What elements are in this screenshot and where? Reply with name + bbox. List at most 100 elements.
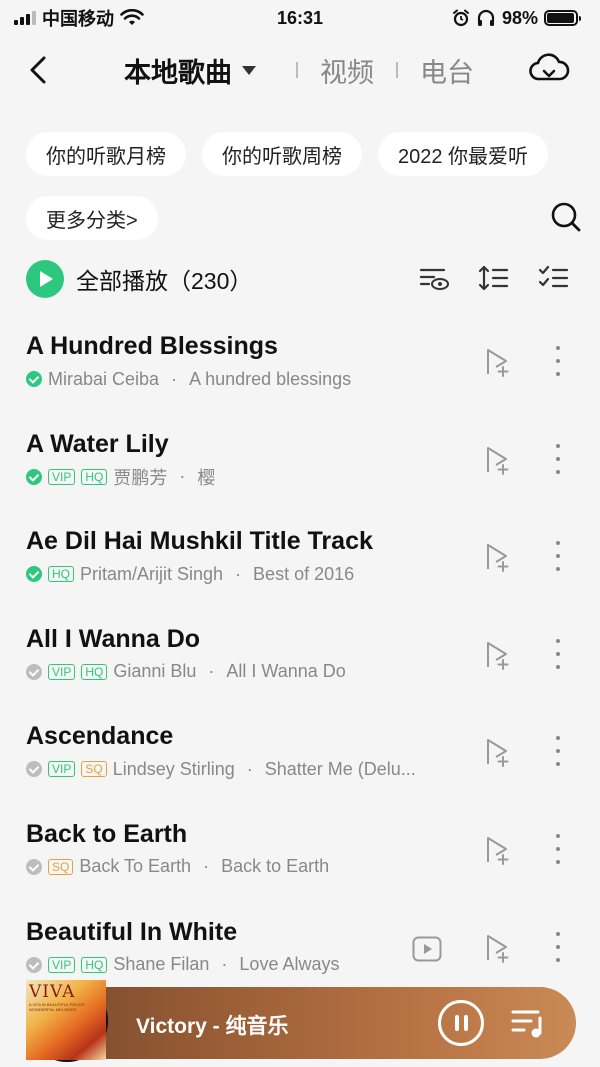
song-album: Shatter Me (Delu... [264, 758, 416, 779]
song-album: All I Wanna Do [226, 661, 346, 682]
cell-signal-icon [14, 11, 36, 25]
downloaded-check-icon [26, 956, 42, 973]
downloaded-check-icon [26, 858, 42, 875]
more-options-icon[interactable] [554, 541, 562, 572]
song-meta: HQ Pritam/Arijit Singh · Best of 2016 [26, 563, 354, 585]
song-row[interactable]: A Hundred Blessings Mirabai Ceiba · A hu… [0, 318, 600, 416]
hq-badge: HQ [81, 956, 108, 973]
list-tools [418, 262, 570, 294]
more-options-icon[interactable] [554, 638, 562, 669]
song-meta: VIP HQ Gianni Blu · All I Wanna Do [26, 661, 346, 683]
song-title: Ascendance [26, 722, 174, 751]
song-artist: Gianni Blu [113, 661, 197, 682]
battery-percent: 98% [501, 7, 538, 28]
chip-2022-favorites[interactable]: 2022 你最爱听 [378, 132, 549, 176]
more-options-icon[interactable] [554, 931, 562, 962]
view-filter-icon[interactable] [418, 262, 450, 294]
song-album: Best of 2016 [253, 563, 355, 584]
vip-badge: VIP [48, 663, 76, 680]
chip-weekly-chart[interactable]: 你的听歌周榜 [202, 132, 362, 176]
meta-separator: · [235, 563, 242, 584]
song-artist: Pritam/Arijit Singh [80, 563, 224, 584]
back-icon[interactable] [24, 50, 54, 90]
add-to-playlist-icon[interactable] [482, 541, 512, 573]
cloud-download-icon[interactable] [528, 52, 570, 86]
chip-monthly-chart[interactable]: 你的听歌月榜 [26, 132, 186, 176]
wifi-icon [120, 9, 144, 25]
add-to-playlist-icon[interactable] [482, 346, 512, 378]
downloaded-check-icon [26, 566, 42, 583]
cover-title: VIVA [29, 982, 76, 1002]
song-title: All I Wanna Do [26, 624, 201, 653]
hq-badge: HQ [48, 566, 74, 583]
song-artist: Back To Earth [79, 856, 192, 877]
song-list: A Hundred Blessings Mirabai Ceiba · A hu… [0, 318, 600, 1001]
song-row[interactable]: All I Wanna Do VIP HQ Gianni Blu · All I … [0, 611, 600, 709]
play-all-button[interactable]: 全部播放（230） [26, 258, 252, 300]
alarm-icon [452, 9, 469, 27]
song-row[interactable]: A Water Lily VIP HQ 贾鹏芳 · 樱 [0, 416, 600, 514]
song-meta: VIP HQ Shane Filan · Love Always [26, 954, 339, 976]
add-to-playlist-icon[interactable] [482, 932, 512, 964]
battery-icon [544, 10, 581, 26]
tab-radio[interactable]: 电台 [420, 51, 474, 90]
song-artist: Shane Filan [113, 954, 210, 975]
add-to-playlist-icon[interactable] [482, 736, 512, 768]
song-title: A Hundred Blessings [26, 332, 278, 360]
song-album: 樱 [197, 467, 216, 488]
pause-button[interactable] [438, 1000, 484, 1046]
song-row[interactable]: Ae Dil Hai Mushkil Title Track HQ Pritam… [0, 513, 600, 611]
song-meta: SQ Back To Earth · Back to Earth [26, 856, 329, 878]
downloaded-check-icon [26, 761, 42, 778]
more-options-icon[interactable] [554, 736, 562, 767]
chip-more-categories[interactable]: 更多分类> [26, 196, 158, 240]
meta-separator: · [203, 856, 210, 877]
mini-player[interactable] [40, 987, 576, 1059]
more-options-icon[interactable] [554, 443, 562, 474]
song-title: A Water Lily [26, 429, 169, 458]
downloaded-check-icon [26, 663, 42, 680]
playlist-queue-icon[interactable] [510, 1006, 546, 1040]
meta-separator: · [221, 954, 228, 975]
add-to-playlist-icon[interactable] [482, 639, 512, 671]
play-icon [26, 260, 64, 298]
album-cover[interactable]: VIVA A VIOLIN BEAUTIFUL PIECES WONDERFUL… [26, 980, 106, 1060]
header: 本地歌曲 视频 电台 [0, 40, 600, 100]
more-options-icon[interactable] [554, 346, 562, 376]
song-artist: Lindsey Stirling [112, 758, 235, 779]
chips-row-1: 你的听歌月榜 你的听歌周榜 2022 你最爱听 [26, 132, 549, 176]
song-row[interactable]: Ascendance VIP SQ Lindsey Stirling · Shat… [0, 708, 600, 806]
meta-separator: · [171, 368, 178, 389]
batch-select-icon[interactable] [538, 262, 570, 294]
add-to-playlist-icon[interactable] [482, 834, 512, 866]
search-icon[interactable] [550, 200, 582, 234]
vip-badge: VIP [48, 956, 76, 973]
song-title: Beautiful In White [26, 917, 238, 946]
tab-divider [296, 62, 298, 78]
add-to-playlist-icon[interactable] [482, 444, 512, 476]
song-album: A hundred blessings [189, 368, 352, 389]
music-video-icon[interactable] [412, 936, 442, 962]
more-options-icon[interactable] [554, 833, 562, 864]
cover-subtitle: A VIOLIN BEAUTIFUL PIECES WONDERFUL MELO… [29, 1002, 85, 1012]
sort-icon[interactable] [478, 262, 510, 294]
song-artist: 贾鹏芳 [113, 467, 168, 488]
caret-down-icon[interactable] [242, 65, 256, 75]
song-album: Back to Earth [221, 856, 330, 877]
now-playing-title[interactable]: Victory - 纯音乐 [136, 1010, 288, 1040]
song-title: Back to Earth [26, 819, 188, 848]
song-title: Ae Dil Hai Mushkil Title Track [26, 527, 373, 556]
downloaded-check-icon [26, 371, 42, 387]
meta-separator: · [246, 758, 253, 779]
carrier-label: 中国移动 [42, 9, 114, 29]
hq-badge: HQ [81, 468, 108, 485]
chips-row-2: 更多分类> [26, 196, 158, 240]
song-meta: Mirabai Ceiba · A hundred blessings [26, 368, 351, 390]
meta-separator: · [208, 661, 215, 682]
top-tabs: 本地歌曲 视频 电台 [124, 40, 474, 100]
sq-badge: SQ [48, 858, 74, 875]
tab-videos[interactable]: 视频 [320, 51, 374, 90]
status-bar: 中国移动 16:31 98% [0, 0, 600, 36]
song-row[interactable]: Back to Earth SQ Back To Earth · Back to… [0, 806, 600, 904]
tab-local-songs[interactable]: 本地歌曲 [124, 51, 232, 90]
